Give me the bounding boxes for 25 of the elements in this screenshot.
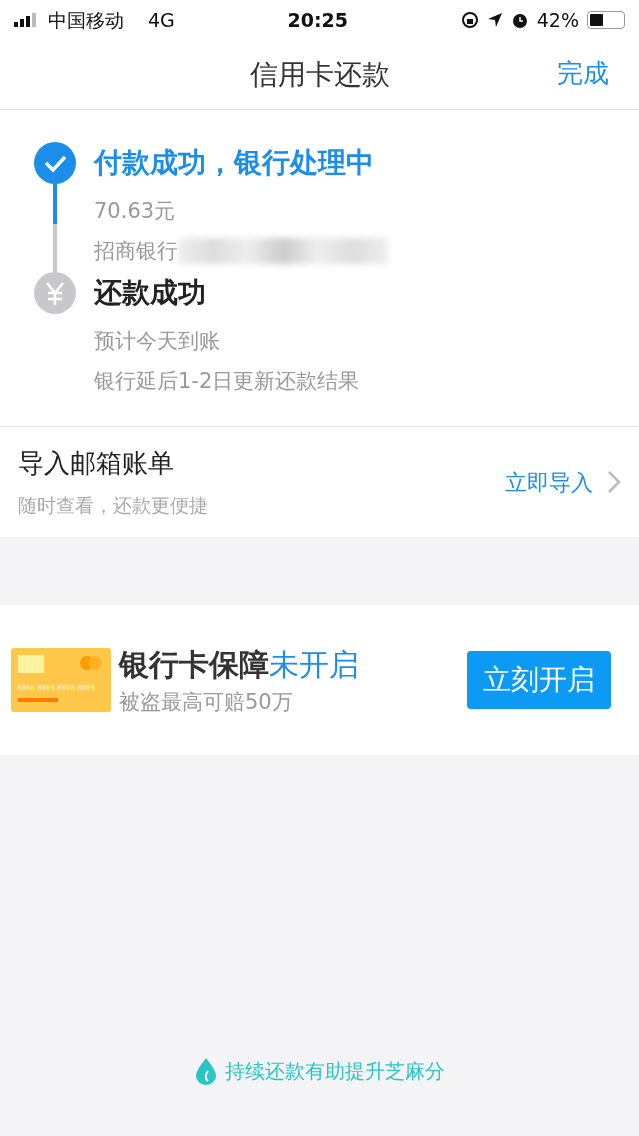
carrier-name: 中国移动 — [48, 7, 124, 33]
guard-subtitle: 被盗最高可赔50万 — [119, 688, 294, 716]
step-note: 银行延后1-2日更新还款结果 — [94, 368, 360, 394]
rotation-lock-icon — [460, 11, 479, 29]
battery-percent: 42% — [536, 7, 579, 33]
page-title: 信用卡还款 — [249, 56, 390, 93]
guard-title: 银行卡保障未开启 — [119, 645, 360, 684]
step-note: 招商银行 — [94, 238, 178, 264]
location-icon — [486, 12, 503, 28]
done-button[interactable]: 完成 — [557, 54, 609, 93]
import-link[interactable]: 立即导入 — [499, 464, 599, 500]
chevron-right-icon — [607, 470, 621, 494]
amount-text: 70.63元 — [94, 198, 176, 224]
section-title: 导入邮箱账单 — [18, 447, 175, 481]
alarm-icon — [510, 11, 529, 29]
step-note: 预计今天到账 — [94, 328, 220, 354]
footer-note: 持续还款有助提升芝麻分 — [224, 1058, 445, 1085]
battery-icon — [587, 11, 625, 29]
clock-time: 20:25 — [287, 7, 349, 33]
step-title: 付款成功，银行处理中 — [94, 145, 375, 181]
enable-button[interactable]: 立刻开启 — [467, 651, 611, 709]
step-title: 还款成功 — [94, 275, 207, 311]
network-type: 4G — [148, 7, 175, 33]
section-subtitle: 随时查看，还款更便捷 — [18, 493, 208, 519]
drop-icon — [194, 1057, 217, 1085]
